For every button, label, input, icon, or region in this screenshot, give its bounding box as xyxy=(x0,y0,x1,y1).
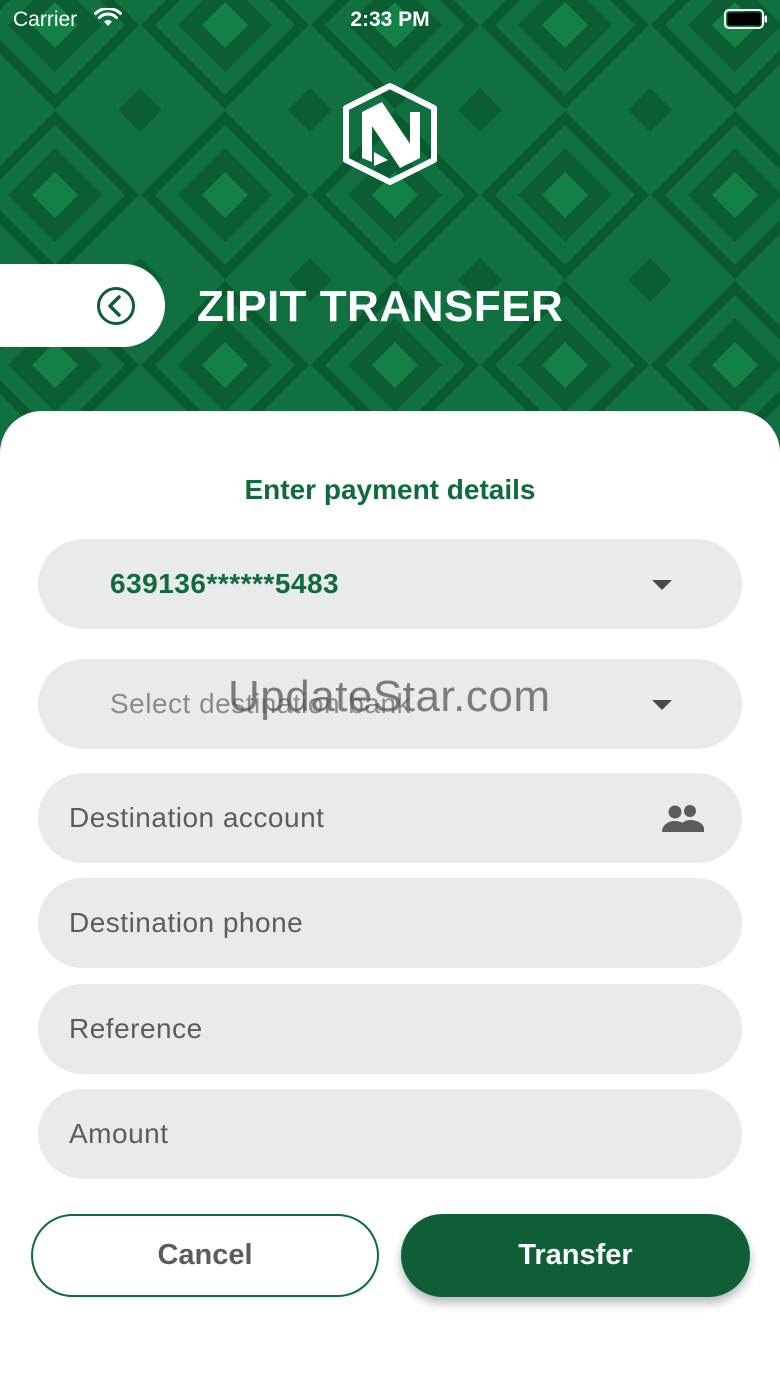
contacts-icon[interactable] xyxy=(661,803,705,833)
watermark: UpdateStar.com xyxy=(228,672,551,721)
amount-field[interactable]: Amount xyxy=(38,1089,742,1179)
status-bar: Carrier 2:33 PM xyxy=(0,0,780,40)
source-account-value: 639136******5483 xyxy=(110,568,340,599)
destination-account-placeholder: Destination account xyxy=(69,802,325,833)
caret-down-icon xyxy=(652,700,672,710)
destination-account-field[interactable]: Destination account xyxy=(38,773,742,863)
page-title: ZIPIT TRANSFER xyxy=(197,282,564,331)
destination-phone-field[interactable]: Destination phone xyxy=(38,878,742,968)
reference-placeholder: Reference xyxy=(69,1013,203,1044)
source-account-dropdown[interactable]: 639136******5483 xyxy=(38,539,742,629)
amount-placeholder: Amount xyxy=(69,1118,169,1149)
transfer-button[interactable]: Transfer xyxy=(401,1214,750,1297)
battery-icon xyxy=(724,9,767,29)
chevron-left-circle-icon xyxy=(97,287,135,325)
back-button[interactable] xyxy=(0,264,165,347)
caret-down-icon xyxy=(652,580,672,590)
cancel-button[interactable]: Cancel xyxy=(31,1214,379,1297)
header-banner: Carrier 2:33 PM ZIPIT TRANSFER xyxy=(0,0,780,460)
header-pattern xyxy=(0,0,780,460)
destination-phone-placeholder: Destination phone xyxy=(69,907,304,938)
reference-field[interactable]: Reference xyxy=(38,984,742,1074)
section-title: Enter payment details xyxy=(244,474,536,505)
nedbank-n-logo-icon xyxy=(343,83,437,185)
status-time: 2:33 PM xyxy=(350,8,430,31)
